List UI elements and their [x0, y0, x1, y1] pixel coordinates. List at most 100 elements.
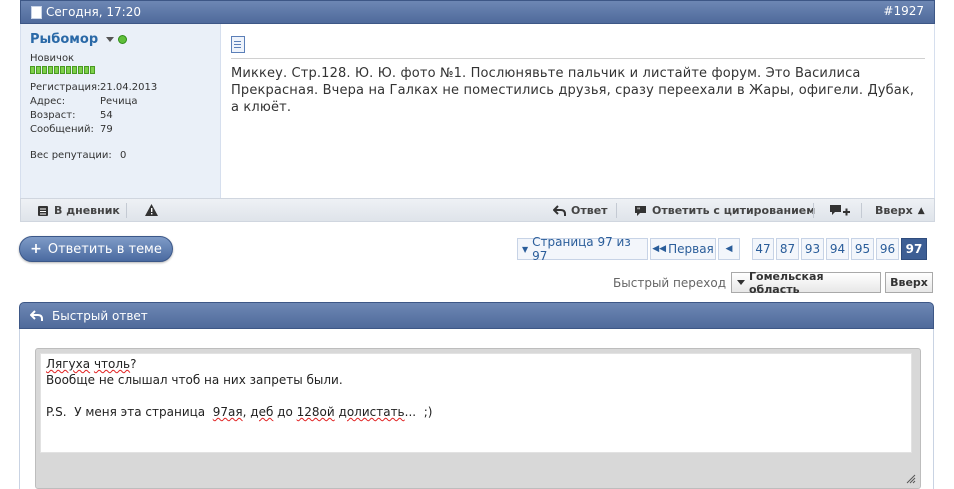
reply-word-misspelled: долистать	[338, 405, 405, 419]
reputation-pip	[42, 66, 47, 74]
reputation-pip	[72, 66, 77, 74]
multiquote-button[interactable]	[829, 204, 851, 217]
reply-line-3	[46, 388, 906, 404]
page-link[interactable]: 94	[826, 238, 849, 260]
username-link[interactable]: Рыбомор	[30, 32, 98, 47]
reply-word-misspelled: чтоль	[93, 357, 131, 371]
registration-label: Регистрация:	[30, 82, 101, 93]
post-header: Сегодня, 17:20 #1927	[20, 0, 935, 24]
reply-word-misspelled: Лягуха	[46, 357, 91, 371]
page-link[interactable]: 93	[801, 238, 824, 260]
reply-arrow-icon	[30, 309, 43, 321]
page-summary-dropdown[interactable]: ▼ Страница 97 из 97	[517, 235, 648, 263]
user-info-panel: Рыбомор Новичок Регистрация: 21.04.2013 …	[21, 24, 221, 198]
reply-link[interactable]: Ответ	[553, 204, 608, 217]
quick-nav-top-button[interactable]: Вверх	[885, 272, 933, 293]
registration-value: 21.04.2013	[100, 82, 158, 93]
diary-label: В дневник	[54, 204, 120, 217]
first-page-link[interactable]: ◀◀ Первая	[650, 238, 716, 260]
age-row: Возраст: 54	[30, 110, 220, 121]
post-date-text: Сегодня, 17:20	[46, 5, 141, 19]
rep-weight-label: Вес репутации:	[30, 150, 112, 161]
messages-value: 79	[100, 124, 113, 135]
multiquote-plus-icon	[830, 205, 850, 216]
post-status-icon	[31, 5, 42, 19]
reputation-pip	[54, 66, 59, 74]
back-to-top-label: Вверх	[875, 204, 913, 217]
age-value: 54	[100, 110, 113, 121]
quick-reply-body: Лягуха чтоль? Вообще не слышал чтоб на н…	[19, 329, 934, 489]
forum-jump-label: Гомельская область	[749, 269, 824, 296]
post-icon	[231, 36, 245, 53]
double-chevron-left-icon: ◀◀	[652, 244, 667, 254]
quote-reply-link[interactable]: " Ответить с цитированием	[634, 204, 815, 217]
first-page-label: Первая	[668, 242, 714, 256]
arrow-up-icon: ▲	[917, 205, 925, 216]
post-date: Сегодня, 17:20	[31, 5, 141, 19]
user-menu-chevron-down-icon[interactable]	[106, 37, 115, 42]
reply-word-misspelled: деб	[250, 405, 274, 419]
back-to-top-link[interactable]: Вверх ▲	[875, 204, 925, 217]
chevron-down-icon	[737, 280, 745, 285]
reputation-pip	[78, 66, 83, 74]
reply-label: Ответ	[571, 204, 608, 217]
diary-icon	[38, 205, 48, 216]
rep-weight-row: Вес репутации: 0	[30, 150, 220, 161]
page-link[interactable]: 87	[776, 238, 799, 260]
dropdown-triangle-icon: ▼	[522, 244, 529, 254]
quick-reply-header: Быстрый ответ	[19, 302, 934, 329]
reply-arrow-icon	[553, 204, 566, 216]
reputation-pip	[48, 66, 53, 74]
reply-textarea[interactable]: Лягуха чтоль? Вообще не слышал чтоб на н…	[40, 353, 912, 453]
address-row: Адрес: Речица	[30, 96, 220, 107]
rep-weight-value: 0	[120, 150, 127, 161]
page-link[interactable]: 96	[876, 238, 899, 260]
resize-grip-icon[interactable]	[906, 474, 916, 484]
reply-line-4: P.S. У меня эта страница 97ая, деб до 12…	[46, 405, 433, 419]
reputation-pip	[36, 66, 41, 74]
reply-word-misspelled: 128ой	[296, 405, 335, 419]
content-divider	[231, 58, 925, 59]
forum-jump-dropdown[interactable]: Гомельская область	[731, 269, 881, 296]
reply-to-thread-button[interactable]: + Ответить в теме	[19, 236, 173, 262]
report-button[interactable]	[145, 204, 158, 216]
reply-line-1: Лягуха чтоль?	[46, 357, 137, 371]
warning-icon	[145, 204, 158, 216]
svg-text:": "	[637, 207, 640, 214]
diary-button[interactable]: В дневник	[37, 204, 120, 217]
reputation-pip	[90, 66, 95, 74]
chevron-left-icon: ◀	[725, 244, 733, 254]
quick-nav-label: Быстрый переход	[613, 276, 726, 290]
quick-nav-top-label: Вверх	[890, 276, 928, 289]
reply-word-misspelled: 97ая	[212, 405, 243, 419]
prev-page-link[interactable]: ◀	[718, 238, 740, 260]
reputation-bar	[30, 66, 220, 74]
registration-row: Регистрация: 21.04.2013	[30, 82, 220, 93]
user-rank: Новичок	[30, 53, 75, 64]
quote-reply-label: Ответить с цитированием	[652, 204, 816, 217]
page-link[interactable]: 95	[851, 238, 874, 260]
reply-to-thread-label: Ответить в теме	[47, 241, 162, 257]
online-status-icon	[118, 35, 128, 44]
post-content: Миккеу. Стр.128. Ю. Ю. фото №1. Послюняв…	[231, 36, 925, 116]
address-value: Речица	[100, 96, 138, 107]
post-footer: В дневник Ответ " Ответить с цитирование…	[20, 198, 935, 222]
plus-icon: +	[30, 241, 42, 257]
username-row: Рыбомор	[30, 32, 220, 47]
reputation-pip	[84, 66, 89, 74]
messages-row: Сообщений: 79	[30, 124, 220, 135]
post-number-link[interactable]: #1927	[883, 4, 924, 18]
reputation-pip	[60, 66, 65, 74]
quick-reply-title: Быстрый ответ	[52, 308, 148, 323]
reply-line-2: Вообще не слышал чтоб на них запреты был…	[46, 373, 343, 387]
reputation-pip	[30, 66, 35, 74]
editor-frame: Лягуха чтоль? Вообще не слышал чтоб на н…	[35, 348, 921, 489]
address-label: Адрес:	[30, 96, 66, 107]
page-link[interactable]: 47	[752, 238, 774, 260]
messages-label: Сообщений:	[30, 124, 94, 135]
quote-bubble-icon: "	[635, 205, 646, 216]
current-page: 97	[901, 238, 927, 260]
pagination: ▼ Страница 97 из 97 ◀◀ Первая ◀ 47 87 93…	[517, 235, 927, 263]
page-summary: Страница 97 из 97	[532, 235, 631, 263]
pagination-ellipsis	[742, 238, 750, 260]
